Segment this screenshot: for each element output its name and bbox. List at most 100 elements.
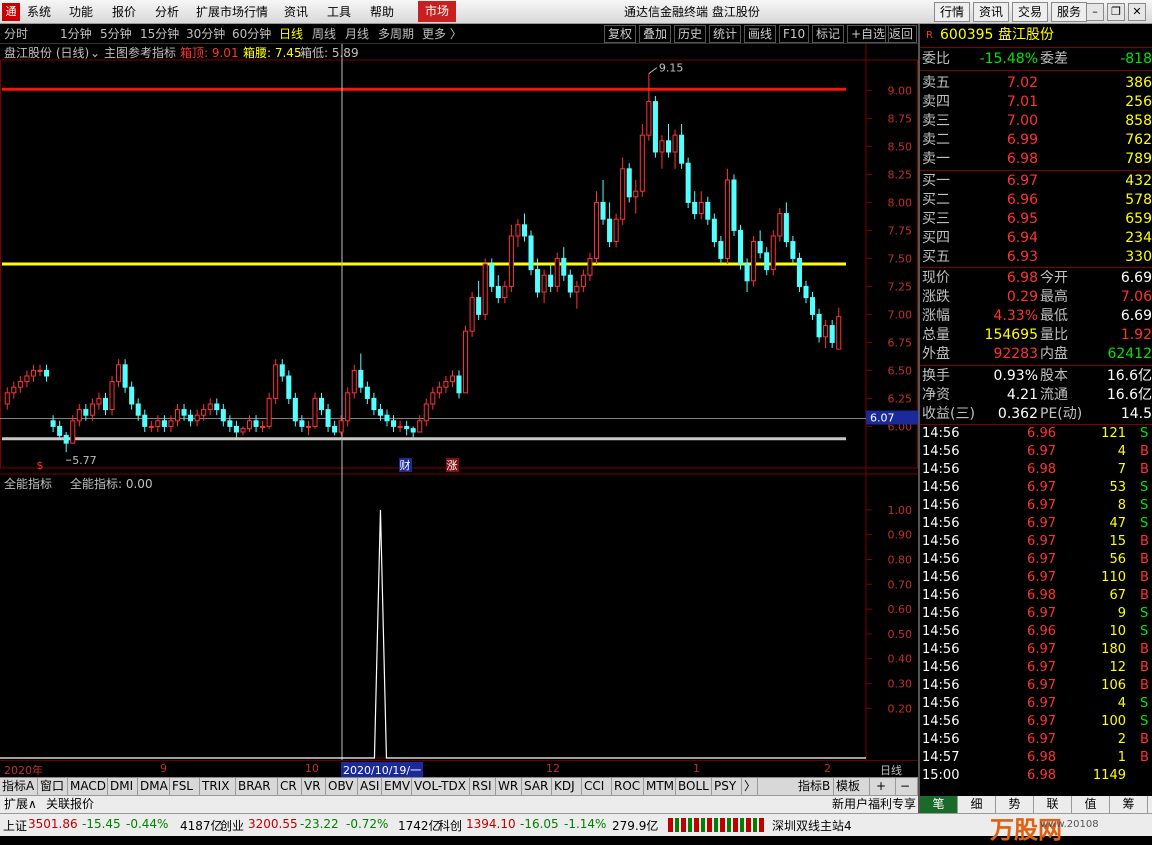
expand-button[interactable]: 扩展∧: [4, 796, 37, 813]
server-name[interactable]: 深圳双线主站4: [772, 817, 852, 834]
info-button[interactable]: 资讯: [973, 2, 1010, 22]
indicator-tab-7[interactable]: BRAR: [236, 778, 278, 795]
bid-row[interactable]: 买一 6.97 432: [922, 172, 1152, 191]
period-tab-weekly[interactable]: 周线: [312, 26, 336, 42]
indicator-tab-13[interactable]: VOL-TDX: [412, 778, 470, 795]
indicator-tab-0[interactable]: 指标A: [0, 778, 38, 795]
minimize-icon[interactable]: –: [1086, 3, 1104, 21]
indicator-tab-21[interactable]: BOLL: [676, 778, 712, 795]
indicator-tab-22[interactable]: PSY: [712, 778, 742, 795]
candle-body: [515, 224, 521, 237]
indicator-right-0[interactable]: 指标B: [796, 778, 834, 795]
history-button[interactable]: 历史: [674, 25, 707, 43]
overlay-button[interactable]: 叠加: [639, 25, 672, 43]
period-tab-more[interactable]: 更多 〉: [422, 26, 462, 42]
app-logo-icon: 通: [2, 3, 20, 21]
chevron-down-icon[interactable]: ⌄: [90, 45, 100, 61]
menu-system[interactable]: 系统: [27, 0, 51, 24]
tick-time: 14:56: [922, 624, 960, 639]
indicator-tab-6[interactable]: TRIX: [200, 778, 236, 795]
f10-button[interactable]: F10: [779, 25, 810, 43]
period-tab-multi[interactable]: 多周期: [378, 26, 414, 42]
bid-volume: 659: [1125, 211, 1152, 227]
tick-time: 14:56: [922, 462, 960, 477]
ask-row[interactable]: 卖三 7.00 858: [922, 112, 1152, 131]
menu-analysis[interactable]: 分析: [155, 0, 179, 24]
fund-label-2: 股本: [1040, 368, 1068, 384]
bid-row[interactable]: 买四 6.94 234: [922, 229, 1152, 248]
ask-label: 卖二: [922, 132, 950, 148]
indicator-tabs: 指标A 窗口 MACD DMI DMA FSL TRIX BRAR CR VR OBV ASI EMV V…: [0, 777, 918, 795]
ask-row[interactable]: 卖一 6.98 789: [922, 150, 1152, 169]
period-tab-fenshi[interactable]: 分时: [4, 26, 28, 42]
menu-info[interactable]: 资讯: [284, 0, 308, 24]
indicator-tab-1[interactable]: 窗口: [38, 778, 68, 795]
service-button[interactable]: 服务: [1051, 2, 1088, 22]
new-user-promo[interactable]: 新用户福利专享: [832, 796, 916, 813]
ask-row[interactable]: 卖五 7.02 386: [922, 74, 1152, 93]
menu-ext-market[interactable]: 扩展市场行情: [196, 0, 268, 24]
period-tab-15min[interactable]: 15分钟: [140, 26, 179, 42]
restore-icon[interactable]: ❐: [1107, 3, 1125, 21]
candle-body: [469, 297, 475, 332]
period-tab-60min[interactable]: 60分钟: [232, 26, 271, 42]
indicator-tab-11[interactable]: ASI: [358, 778, 382, 795]
indicator-tab-5[interactable]: FSL: [170, 778, 200, 795]
indicator-tab-20[interactable]: MTM: [644, 778, 676, 795]
period-tab-1min[interactable]: 1分钟: [60, 26, 92, 42]
period-tab-monthly[interactable]: 月线: [345, 26, 369, 42]
stats-button[interactable]: 统计: [709, 25, 742, 43]
menu-function[interactable]: 功能: [69, 0, 93, 24]
indicator-right-3[interactable]: −: [898, 778, 918, 795]
fuquan-button[interactable]: 复权: [604, 25, 637, 43]
indicator-name[interactable]: 主图参考指标: [104, 45, 176, 61]
panel-tab-3[interactable]: 联: [1034, 796, 1072, 813]
bid-row[interactable]: 买二 6.96 578: [922, 191, 1152, 210]
indicator-tab-18[interactable]: CCI: [582, 778, 612, 795]
ask-row[interactable]: 卖二 6.99 762: [922, 131, 1152, 150]
indicator-right-1[interactable]: 模板: [834, 778, 870, 795]
indicator-tab-23[interactable]: 〉: [742, 778, 758, 795]
indicator-tab-16[interactable]: SAR: [522, 778, 552, 795]
related-quote-tab[interactable]: 关联报价: [46, 796, 94, 813]
panel-bottom-tabs: 笔细势联值筹: [920, 796, 1152, 813]
panel-tab-2[interactable]: 势: [996, 796, 1034, 813]
kline-chart[interactable]: 9.00 8.75 8.50 8.25 8.00 7.75 7.50 7.25 7.00 6.75…: [0, 44, 918, 760]
indicator-tab-2[interactable]: MACD: [68, 778, 108, 795]
panel-tab-0[interactable]: 笔: [920, 796, 958, 813]
bid-row[interactable]: 买三 6.95 659: [922, 210, 1152, 229]
period-tab-5min[interactable]: 5分钟: [100, 26, 132, 42]
candle-body: [463, 330, 469, 394]
candle-body: [777, 213, 783, 237]
indicator-tab-17[interactable]: KDJ: [552, 778, 582, 795]
indicator-tab-15[interactable]: WR: [496, 778, 522, 795]
mark-button[interactable]: 标记: [812, 25, 845, 43]
close-icon[interactable]: ✕: [1128, 3, 1146, 21]
indicator-tab-10[interactable]: OBV: [326, 778, 358, 795]
indicator-tab-4[interactable]: DMA: [138, 778, 170, 795]
menu-quote[interactable]: 报价: [112, 0, 136, 24]
draw-button[interactable]: 画线: [744, 25, 777, 43]
kc-index-amt: 279.9亿: [612, 819, 659, 833]
indicator-tab-9[interactable]: VR: [302, 778, 326, 795]
trade-button[interactable]: 交易: [1012, 2, 1049, 22]
panel-tab-4[interactable]: 值: [1072, 796, 1110, 813]
indicator-tab-8[interactable]: CR: [278, 778, 302, 795]
ask-row[interactable]: 卖四 7.01 256: [922, 93, 1152, 112]
indicator-tab-14[interactable]: RSI: [470, 778, 496, 795]
panel-tab-1[interactable]: 细: [958, 796, 996, 813]
indicator-right-2[interactable]: +: [874, 778, 896, 795]
indicator-tab-12[interactable]: EMV: [382, 778, 412, 795]
period-tab-30min[interactable]: 30分钟: [186, 26, 225, 42]
menu-tools[interactable]: 工具: [327, 0, 351, 24]
menu-help[interactable]: 帮助: [370, 0, 394, 24]
period-tab-daily[interactable]: 日线: [279, 26, 303, 42]
quote-button[interactable]: 行情: [934, 2, 971, 22]
bid-row[interactable]: 买五 6.93 330: [922, 248, 1152, 267]
add-watchlist-button[interactable]: +自选: [847, 25, 890, 43]
indicator-tab-3[interactable]: DMI: [108, 778, 138, 795]
back-button[interactable]: 返回: [885, 25, 918, 43]
market-button[interactable]: 市场: [418, 1, 456, 22]
panel-tab-5[interactable]: 筹: [1110, 796, 1148, 813]
indicator-tab-19[interactable]: ROC: [612, 778, 644, 795]
